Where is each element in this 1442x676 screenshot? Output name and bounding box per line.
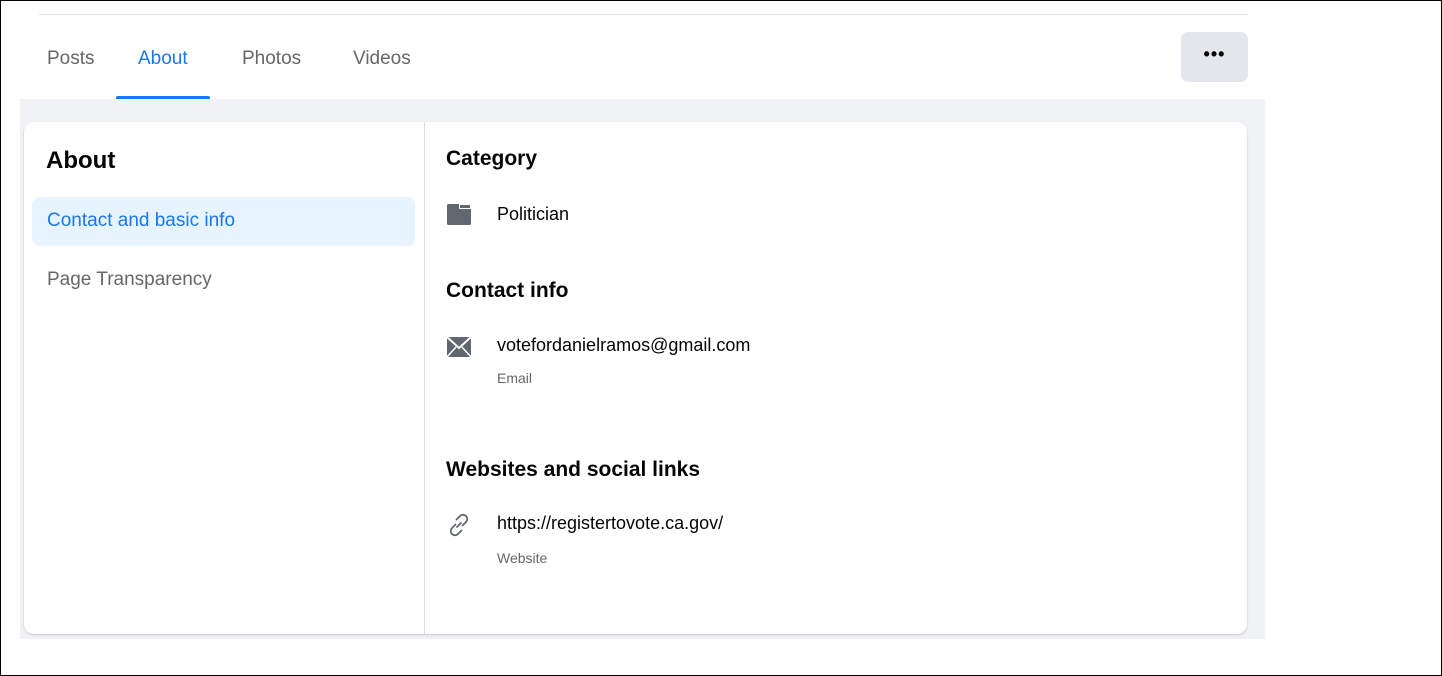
more-icon: ••• [1203, 44, 1226, 64]
tab-about[interactable]: About [116, 28, 210, 99]
sidebar-item-label: Contact and basic info [47, 210, 236, 231]
sidebar-item-contact-and-basic-info[interactable]: Contact and basic info [32, 197, 415, 246]
tab-videos[interactable]: Videos [353, 28, 411, 99]
sidebar-item-page-transparency[interactable]: Page Transparency [32, 256, 415, 305]
contact-info-heading: Contact info [446, 279, 569, 302]
email-caption: Email [497, 370, 533, 386]
tab-photos[interactable]: Photos [242, 28, 301, 99]
website-caption: Website [497, 550, 548, 566]
more-options-button[interactable]: ••• [1181, 32, 1248, 82]
link-icon [446, 512, 470, 537]
profile-tabs: Posts About Photos Videos [20, 28, 1265, 99]
sidebar-item-label: Page Transparency [47, 269, 212, 290]
tab-posts-label: Posts [47, 48, 95, 69]
tab-about-label: About [138, 48, 188, 69]
tab-videos-label: Videos [353, 48, 411, 69]
envelope-icon [446, 336, 472, 360]
email-value[interactable]: votefordanielramos@gmail.com [497, 335, 750, 356]
websites-heading: Websites and social links [446, 458, 701, 481]
top-divider [39, 14, 1248, 15]
column-divider [424, 122, 425, 634]
tab-photos-label: Photos [242, 48, 302, 69]
website-link[interactable]: https://registertovote.ca.gov/ [497, 513, 723, 534]
about-card: About Contact and basic info Page Transp… [24, 122, 1247, 634]
category-folder-icon [446, 202, 471, 226]
sidebar-title: About [46, 147, 116, 174]
category-heading: Category [446, 147, 538, 170]
category-value: Politician [497, 204, 570, 224]
tab-posts[interactable]: Posts [47, 28, 95, 99]
